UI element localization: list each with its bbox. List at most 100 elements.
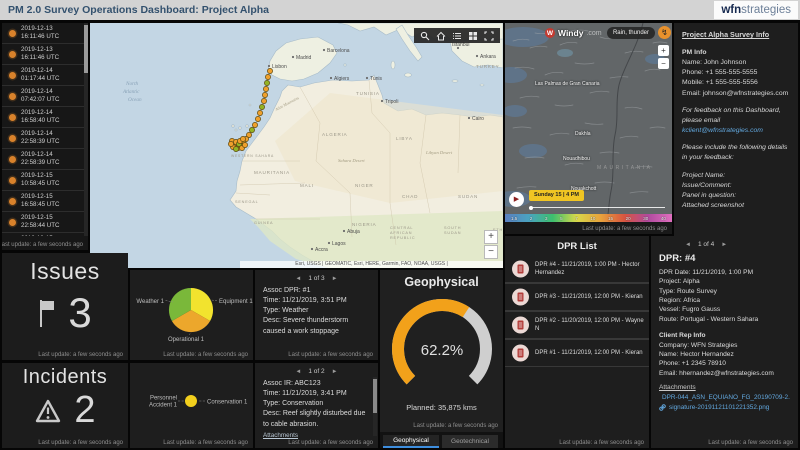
- timeline-scrollbar-thumb[interactable]: [84, 25, 88, 73]
- weather-zoom-in-button[interactable]: +: [658, 45, 669, 56]
- city-label: Algiers: [334, 76, 350, 82]
- attachment-file-name: signature-20191121101221352.png: [669, 403, 770, 411]
- expand-icon[interactable]: [484, 30, 494, 41]
- next-page-arrow[interactable]: ►: [332, 276, 338, 282]
- zoom-out-button[interactable]: −: [484, 245, 498, 259]
- assoc-dpr-type: Type: Weather: [263, 307, 309, 315]
- incidents-count: 2: [74, 389, 96, 431]
- timeline-item[interactable]: 2019-12-1522:58:44 UTC: [2, 212, 84, 233]
- prev-page-arrow[interactable]: ◄: [295, 276, 301, 282]
- assoc-ir-scrollbar[interactable]: [373, 377, 377, 436]
- search-icon[interactable]: [420, 31, 430, 41]
- pm-name: Name: John Johnson: [682, 58, 747, 66]
- tab-geophysical[interactable]: Geophysical: [383, 435, 439, 448]
- assoc-dpr-panel: ◄ 1 of 3 ► Assoc DPR: #1 Time: 11/21/201…: [255, 270, 378, 360]
- timeline-scrollbar[interactable]: [84, 23, 88, 236]
- last-update-label: Last update: a few seconds ago: [2, 242, 83, 248]
- dpr-list-item[interactable]: DPR #4 - 11/21/2019, 1:00 PM - Hector He…: [505, 256, 649, 284]
- country-label: REPUBLIC: [390, 236, 415, 240]
- client-email: Email: hhernandez@wfnstrategies.com: [659, 369, 774, 377]
- timeline-time: 16:58:45 UTC: [21, 201, 60, 208]
- scale-tick: 1.5: [511, 215, 518, 221]
- pie-slice-combined[interactable]: [185, 395, 197, 407]
- prev-page-arrow[interactable]: ◄: [295, 369, 301, 375]
- prev-page-arrow[interactable]: ◄: [685, 242, 691, 248]
- timeline-time: 10:58:45 UTC: [21, 180, 60, 187]
- feedback-email-link[interactable]: kclient@wfnstrategies.com: [682, 127, 763, 134]
- last-update-label: Last update: a few seconds ago: [38, 440, 123, 446]
- basemap-icon[interactable]: [468, 31, 478, 41]
- timeline-date: 2019-12-14: [21, 87, 53, 95]
- weather-footer: Last update: a few seconds ago: [505, 222, 672, 234]
- assoc-ir-scrollbar-thumb[interactable]: [373, 379, 377, 413]
- timeline-item[interactable]: 2019-12-14 22:58:39 UTC: [2, 149, 84, 170]
- country-label: LIBYA: [396, 136, 413, 141]
- pie-label-personnel: Personnel: [150, 396, 177, 402]
- pie-label-personnel2: Accident 1: [149, 403, 178, 409]
- dpr-list-item[interactable]: DPR #3 - 11/21/2019, 12:00 PM - Kieran: [505, 283, 649, 312]
- incidents-title: Incidents: [22, 366, 108, 388]
- route-map-panel[interactable]: North Atlantic Ocean Madrid Barcelona Li…: [90, 23, 503, 268]
- event-dot-icon: [9, 92, 16, 100]
- incidents-pie-panel: Personnel Accident 1 Conservation 1 Last…: [130, 363, 253, 448]
- attachment-file-link[interactable]: signature-20191121101221352.png: [659, 404, 790, 411]
- weather-region-label: MAURITANIA: [597, 165, 653, 171]
- layer-list-icon[interactable]: [452, 31, 462, 41]
- gauge-tab-bar: Geophysical Geotechnical: [380, 432, 503, 448]
- event-dot-icon: [9, 29, 16, 37]
- country-label: AFRICAN: [390, 231, 412, 235]
- timeline-time: 16:11:46 UTC: [21, 33, 60, 40]
- timeline-item[interactable]: 2019-12-14 07:42:07 UTC: [2, 86, 84, 107]
- timeline-item[interactable]: 2019-12-15 16:58:45 UTC: [2, 191, 84, 212]
- thunder-layer-icon[interactable]: ↯: [658, 26, 671, 39]
- weather-city-label: Las Palmas de Gran Canaria: [535, 81, 600, 87]
- dpr-list-item[interactable]: DPR #2 - 11/20/2019, 12:00 PM - Wayne N: [505, 311, 649, 340]
- assoc-ir-time: Time: 11/21/2019, 3:41 PM: [263, 390, 347, 398]
- forecast-timeline[interactable]: [529, 205, 665, 210]
- tab-geotechnical[interactable]: Geotechnical: [442, 435, 498, 448]
- attachment-file-link[interactable]: DPR-044_ASN_EQUIANO_FG_20190709-2.pdf: [659, 394, 790, 401]
- client-company: Company: WFN Strategies: [659, 341, 738, 349]
- timeline-item[interactable]: 2019-12-13 16:11:46 UTC: [2, 23, 84, 44]
- assoc-dpr-desc: Desc: Severe thunderstorm caused a work …: [263, 317, 349, 335]
- route-map-canvas[interactable]: North Atlantic Ocean Madrid Barcelona Li…: [90, 23, 503, 268]
- dpr-list-item[interactable]: DPR #1 - 11/21/2019, 12:00 PM - Kieran: [505, 339, 649, 368]
- timeline-item[interactable]: 2019-12-14 01:17:44 UTC: [2, 65, 84, 86]
- timeline-date: 2019-12-13: [21, 45, 53, 53]
- attachment-icon: [659, 404, 666, 411]
- attachments-heading: Attachments: [659, 383, 696, 391]
- weather-zoom-out-button[interactable]: −: [658, 58, 669, 69]
- dpr-list-item-text: DPR #4 - 11/21/2019, 1:00 PM - Hector He…: [535, 262, 640, 277]
- last-update-label: Last update: a few seconds ago: [582, 226, 667, 232]
- attachments-link[interactable]: Attachments: [263, 432, 298, 439]
- timeline-item[interactable]: 2019-12-14 16:58:40 UTC: [2, 107, 84, 128]
- timeline-item[interactable]: 2019-12-14 22:58:39 UTC: [2, 128, 84, 149]
- last-update-label: Last update: a few seconds ago: [559, 440, 644, 446]
- windy-brand[interactable]: W Windy .com: [545, 28, 602, 38]
- map-toolbar: [414, 28, 500, 43]
- assoc-ir-pagination: ◄ 1 of 2 ►: [255, 365, 378, 378]
- assoc-ir-type: Type: Conservation: [263, 400, 324, 408]
- event-dot-icon: [9, 113, 16, 121]
- report-icon: [512, 316, 529, 334]
- progress-gauge-panel: Geophysical 62.2% Planned: 35,875 kms La…: [380, 270, 503, 448]
- weather-map-panel: W Windy .com Rain, thunder ↯ + − Las Pal…: [505, 23, 672, 234]
- timeline-date: 2019-12-14: [21, 150, 53, 158]
- issues-panel: Issues 3 Last update: a few seconds ago: [2, 253, 128, 360]
- city-label: Lisbon: [272, 64, 287, 70]
- event-dot-icon: [9, 155, 16, 163]
- weather-map-canvas[interactable]: W Windy .com Rain, thunder ↯ + − Las Pal…: [505, 23, 672, 214]
- next-page-arrow[interactable]: ►: [721, 242, 727, 248]
- timeline-item[interactable]: 2019-12-15 10:58:45 UTC: [2, 170, 84, 191]
- zoom-in-button[interactable]: +: [484, 230, 498, 244]
- forecast-time-label[interactable]: Sunday 15 | 4 PM: [529, 190, 584, 201]
- home-icon[interactable]: [436, 31, 446, 41]
- next-page-arrow[interactable]: ►: [332, 369, 338, 375]
- play-button[interactable]: ▶: [509, 192, 524, 207]
- pm-email: Email: johnson@wfnstrategies.com: [682, 89, 789, 97]
- weather-layer-selector[interactable]: Rain, thunder: [606, 27, 655, 39]
- pm-phone: Phone: +1 555-555-5555: [682, 69, 758, 77]
- scale-tick: 15: [608, 215, 614, 221]
- timeline-item[interactable]: 2019-12-13 16:11:46 UTC: [2, 44, 84, 65]
- country-label: MALI: [300, 183, 314, 188]
